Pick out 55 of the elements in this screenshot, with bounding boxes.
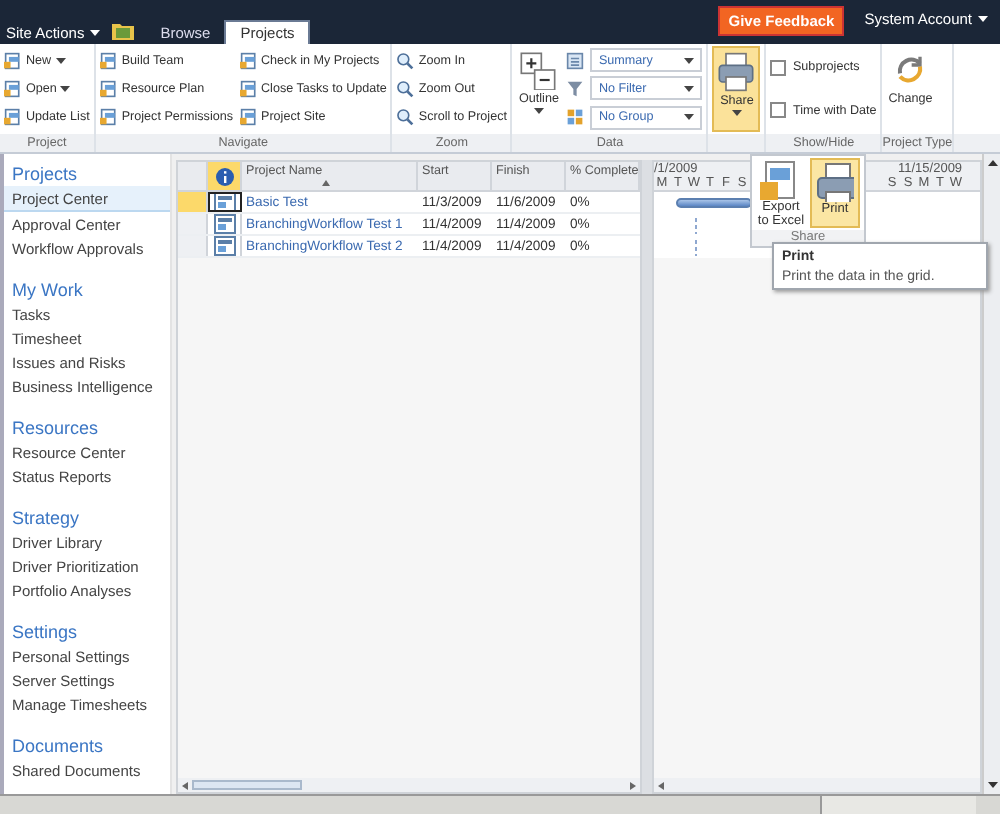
document-icon xyxy=(99,51,118,70)
spreadsheet-icon xyxy=(760,160,801,200)
document-icon xyxy=(4,79,22,98)
list-icon xyxy=(566,51,585,70)
caret-icon xyxy=(90,29,101,35)
document-icon xyxy=(99,79,118,98)
magnifier-icon xyxy=(396,108,415,127)
sidebar-heading: Projects xyxy=(10,162,80,186)
document-icon xyxy=(239,108,257,127)
document-icon xyxy=(239,51,257,70)
document-icon xyxy=(99,108,118,127)
scrollbar-thumb[interactable] xyxy=(192,780,302,790)
row-header[interactable] xyxy=(178,192,208,212)
caret-icon xyxy=(60,85,71,92)
folder-icon xyxy=(112,22,135,40)
printer-icon xyxy=(716,52,757,92)
funnel-icon xyxy=(566,79,585,98)
caret-icon xyxy=(684,85,695,92)
checkbox[interactable] xyxy=(770,59,787,76)
caret-icon xyxy=(684,114,695,121)
vertical-scrollbar[interactable] xyxy=(982,154,1000,794)
horizontal-scrollbar[interactable] xyxy=(178,778,640,792)
pane-splitter[interactable] xyxy=(642,160,652,794)
scroll-right-icon xyxy=(630,781,636,789)
horizontal-scrollbar[interactable] xyxy=(654,778,980,792)
sidebar-heading: Strategy xyxy=(10,506,82,530)
scroll-left-icon xyxy=(658,781,664,789)
sidebar-heading: My Work xyxy=(10,278,85,302)
sidebar-heading: Documents xyxy=(10,734,106,758)
sidebar-heading: Resources xyxy=(10,416,101,440)
scroll-down-icon xyxy=(987,782,997,788)
grid-icon xyxy=(566,108,585,127)
sort-icon xyxy=(322,180,330,186)
document-icon xyxy=(4,108,22,127)
dashed-marker xyxy=(694,239,698,255)
scroll-up-icon xyxy=(987,160,997,166)
sidebar-heading: Settings xyxy=(10,620,80,644)
caret-icon xyxy=(533,108,544,114)
caret-icon xyxy=(731,110,742,116)
caret-icon xyxy=(684,57,695,64)
document-icon xyxy=(4,51,22,70)
row-header[interactable] xyxy=(178,214,208,234)
magnifier-icon xyxy=(396,51,415,70)
document-icon xyxy=(239,79,257,98)
task-bar[interactable] xyxy=(676,198,752,208)
magnifier-icon xyxy=(396,79,415,98)
checkbox[interactable] xyxy=(770,102,787,119)
caret-icon xyxy=(55,57,66,64)
row-header[interactable] xyxy=(178,236,208,256)
caret-icon xyxy=(978,16,988,22)
info-icon xyxy=(215,167,233,185)
printer-icon xyxy=(814,162,855,202)
dashed-marker xyxy=(694,217,698,233)
plus-minus-icon xyxy=(518,50,559,90)
scroll-left-icon xyxy=(182,781,188,789)
